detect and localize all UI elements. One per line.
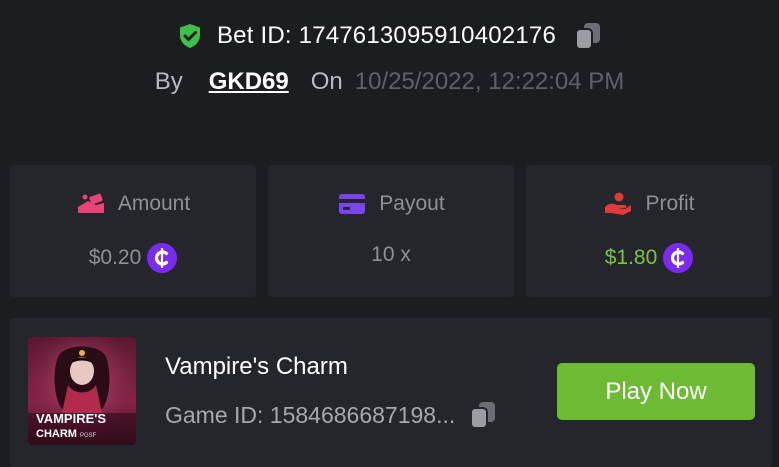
bet-datetime: 10/25/2022, 12:22:04 PM bbox=[354, 68, 625, 95]
copy-game-id-icon[interactable] bbox=[469, 400, 497, 430]
by-label: By bbox=[154, 68, 183, 95]
thumb-title: VAMPIRE'S bbox=[36, 411, 106, 426]
payout-card: Payout 10 x bbox=[268, 165, 514, 297]
payout-label: Payout bbox=[379, 192, 445, 215]
on-label: On bbox=[310, 68, 343, 95]
money-hand-icon bbox=[76, 191, 106, 217]
game-thumbnail[interactable]: VAMPIRE'S CHARM PGSF bbox=[28, 337, 136, 445]
amount-value: $0.20 bbox=[88, 246, 142, 269]
bet-id-row: Bet ID: 1747613095910402176 bbox=[0, 18, 779, 54]
game-id-row: Game ID: 1584686687198... bbox=[165, 400, 497, 430]
profit-label: Profit bbox=[645, 192, 695, 215]
play-now-button[interactable]: Play Now bbox=[557, 363, 755, 420]
game-id: Game ID: 1584686687198... bbox=[165, 401, 456, 428]
username-link[interactable]: GKD69 bbox=[209, 68, 289, 96]
thumb-subtitle: CHARM bbox=[36, 428, 77, 440]
card-icon bbox=[337, 191, 367, 217]
bet-id: Bet ID: 1747613095910402176 bbox=[216, 22, 557, 49]
copy-bet-id-icon[interactable] bbox=[574, 21, 602, 51]
coin-icon bbox=[663, 243, 694, 273]
coin-icon bbox=[147, 243, 178, 273]
game-card: VAMPIRE'S CHARM PGSF Vampire's Charm Gam… bbox=[10, 318, 772, 467]
shield-check-icon bbox=[177, 23, 203, 49]
amount-label: Amount bbox=[117, 192, 191, 215]
thumb-brand: PGSF bbox=[80, 433, 97, 439]
profit-value: $1.80 bbox=[604, 246, 658, 269]
bet-meta-row: By GKD69 On 10/25/2022, 12:22:04 PM bbox=[0, 64, 779, 100]
hand-coin-icon bbox=[603, 191, 633, 217]
profit-card: Profit $1.80 bbox=[526, 165, 772, 297]
amount-card: Amount $0.20 bbox=[10, 165, 256, 297]
payout-value: 10 x bbox=[371, 243, 411, 266]
game-title: Vampire's Charm bbox=[165, 353, 348, 380]
